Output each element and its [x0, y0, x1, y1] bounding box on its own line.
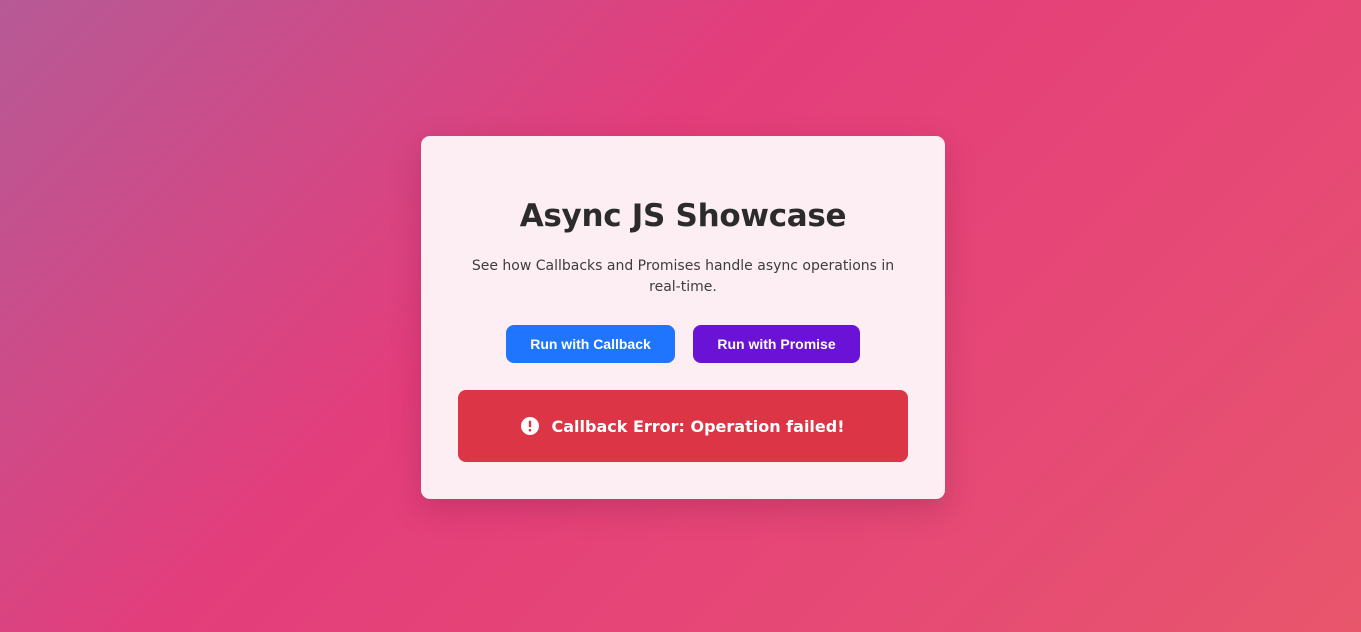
- error-message: Callback Error: Operation failed!: [551, 416, 845, 436]
- exclamation-circle-icon: [521, 417, 540, 435]
- run-callback-button[interactable]: Run with Callback: [506, 325, 675, 363]
- action-buttons: Run with Callback Run with Promise: [421, 325, 945, 363]
- error-alert: Callback Error: Operation failed!: [458, 390, 908, 462]
- page-subtitle: See how Callbacks and Promises handle as…: [471, 258, 895, 295]
- showcase-card: Async JS Showcase See how Callbacks and …: [421, 136, 945, 499]
- run-promise-button[interactable]: Run with Promise: [693, 325, 860, 363]
- page-title: Async JS Showcase: [519, 198, 847, 234]
